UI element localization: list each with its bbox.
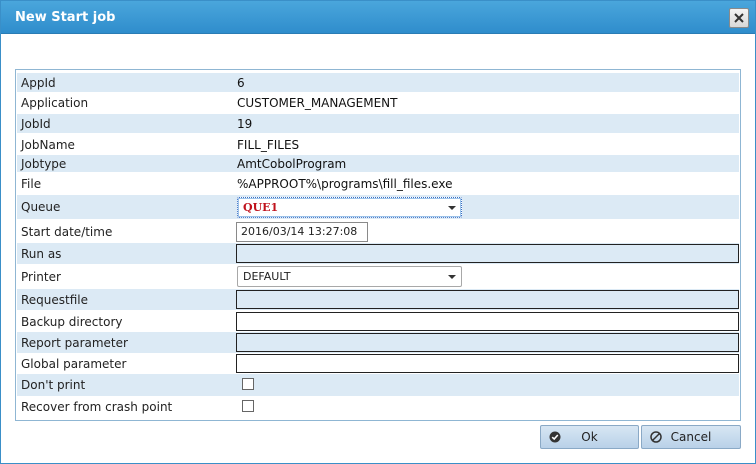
row-backup-directory: Backup directory [17,311,739,332]
printer-select[interactable]: DEFAULT [237,266,462,287]
printer-label: Printer [21,270,61,284]
application-label: Application [21,95,89,110]
row-appid: AppId 6 [17,73,739,92]
row-jobid: JobId 19 [17,114,739,133]
close-button[interactable] [729,8,749,28]
jobtype-value: AmtCobolProgram [237,156,347,171]
jobname-value: FILL_FILES [237,137,300,152]
ok-button[interactable]: Ok [540,425,639,449]
backup-directory-label: Backup directory [21,314,123,329]
requestfile-label: Requestfile [21,292,89,307]
file-label: File [21,176,42,191]
row-requestfile: Requestfile [17,289,739,310]
row-recover-crash: Recover from crash point [17,396,739,418]
queue-selected-value: QUE1 [243,201,279,214]
file-value: %APPROOT%\programs\fill_files.exe [237,176,453,191]
job-form: AppId 6 Application CUSTOMER_MANAGEMENT … [15,69,741,421]
global-parameter-input[interactable] [236,354,739,373]
application-value: CUSTOMER_MANAGEMENT [237,95,398,110]
report-parameter-input[interactable] [236,333,739,352]
row-queue: Queue QUE1 [17,195,739,219]
row-run-as: Run as [17,243,739,264]
appid-value: 6 [237,75,245,90]
recover-crash-checkbox[interactable] [242,400,254,412]
dont-print-checkbox[interactable] [242,378,254,390]
report-parameter-label: Report parameter [21,335,128,350]
dialog-titlebar: New Start job [1,1,755,34]
row-report-parameter: Report parameter [17,332,739,353]
jobid-value: 19 [237,116,253,131]
global-parameter-label: Global parameter [21,356,127,371]
row-printer: Printer DEFAULT [17,265,739,289]
cancel-button[interactable]: Cancel [641,425,741,449]
start-datetime-label: Start date/time [21,225,113,239]
recover-crash-label: Recover from crash point [21,400,173,414]
jobtype-label: Jobtype [21,156,67,171]
cancel-button-label: Cancel [670,430,712,444]
start-datetime-input[interactable]: 2016/03/14 13:27:08 [236,222,368,242]
row-jobtype: Jobtype AmtCobolProgram [17,155,739,172]
row-dont-print: Don't print [17,374,739,396]
row-file: File %APPROOT%\programs\fill_files.exe [17,174,739,193]
backup-directory-input[interactable] [236,312,739,331]
row-jobname: JobName FILL_FILES [17,135,739,154]
chevron-down-icon [448,206,456,210]
jobname-label: JobName [21,137,75,152]
chevron-down-icon [448,275,456,279]
run-as-input[interactable] [236,244,739,263]
row-start-datetime: Start date/time 2016/03/14 13:27:08 [17,220,739,244]
requestfile-input[interactable] [236,290,739,309]
ok-button-label: Ok [581,430,598,444]
queue-label: Queue [21,200,61,214]
printer-selected-value: DEFAULT [243,270,291,283]
appid-label: AppId [21,75,56,90]
dont-print-label: Don't print [21,378,86,392]
close-icon [734,13,744,23]
queue-select[interactable]: QUE1 [237,197,462,218]
row-global-parameter: Global parameter [17,353,739,374]
dialog-title: New Start job [15,10,116,25]
new-start-job-dialog: New Start job AppId 6 Application CUSTOM… [0,0,756,464]
run-as-label: Run as [21,246,62,261]
row-application: Application CUSTOMER_MANAGEMENT [17,93,739,112]
jobid-label: JobId [21,116,51,131]
